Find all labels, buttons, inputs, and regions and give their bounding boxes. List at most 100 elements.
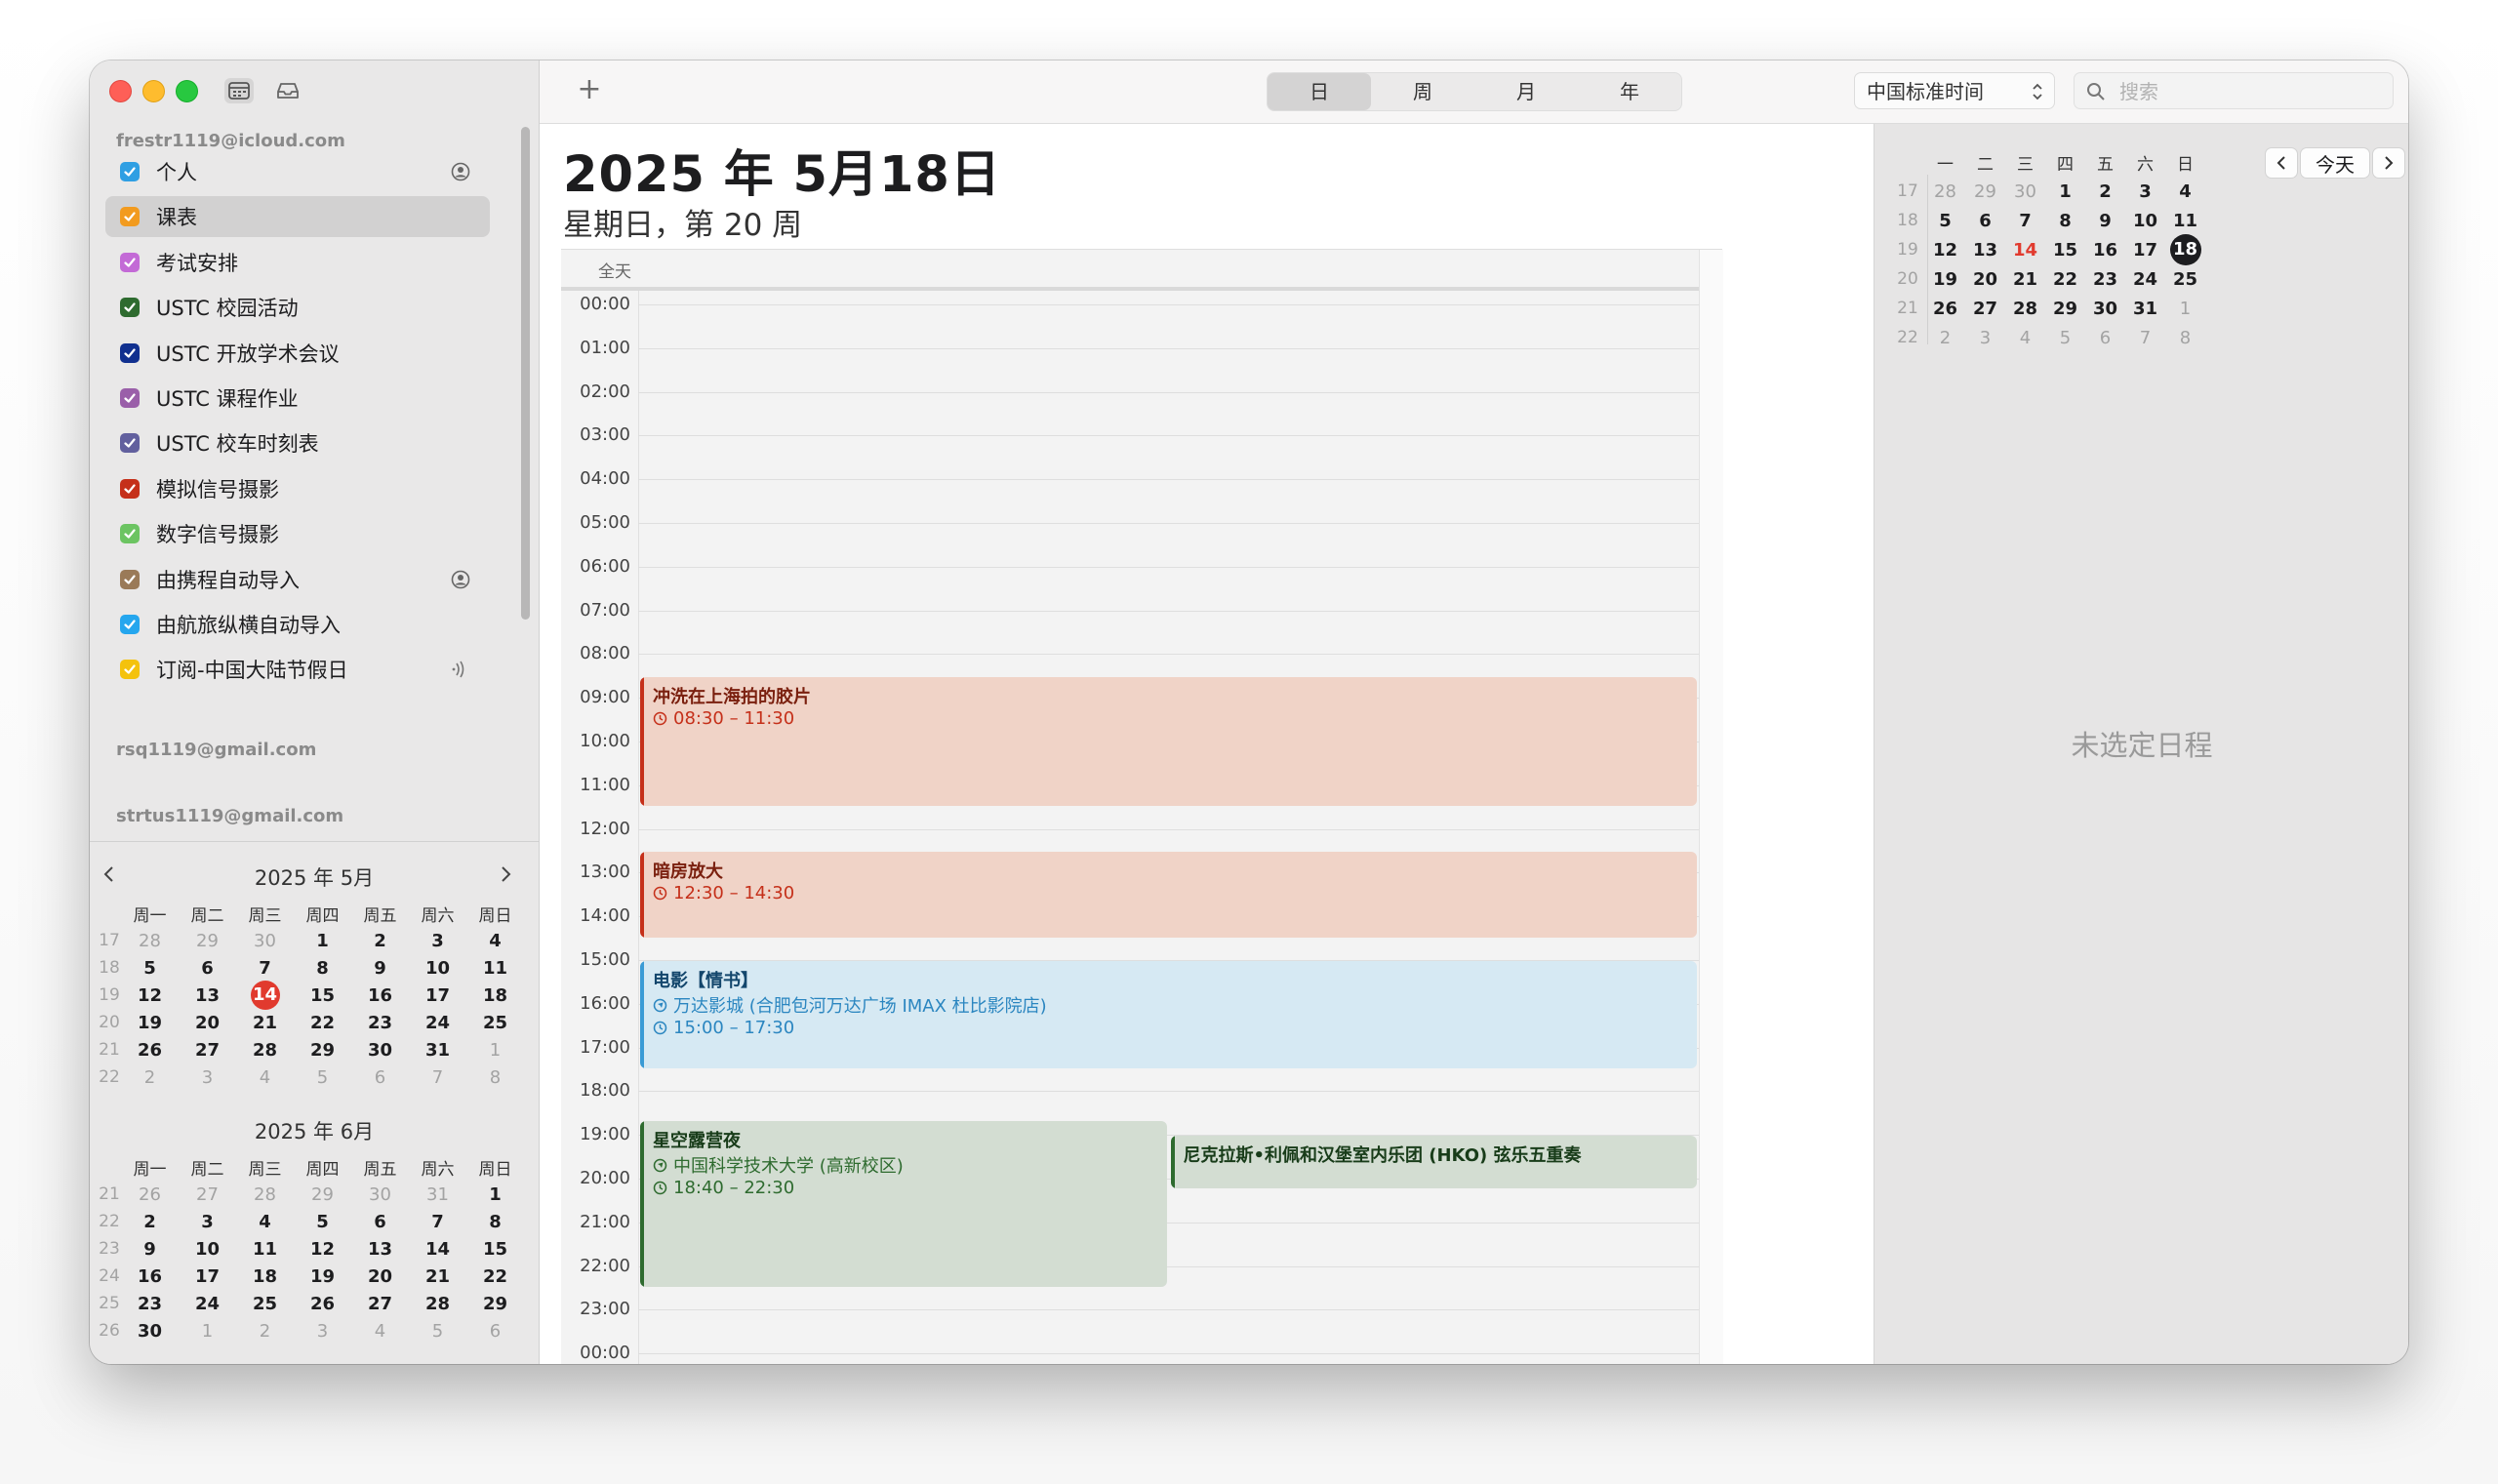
day-cell[interactable]: 29 [1965, 181, 2005, 202]
calendar-list-toggle[interactable] [224, 78, 254, 103]
day-cell[interactable]: 4 [2005, 328, 2045, 348]
prev-day-button[interactable] [2265, 147, 2298, 179]
broadcast-icon[interactable] [451, 660, 470, 679]
day-cell[interactable]: 14 [2005, 240, 2045, 261]
day-cell[interactable]: 6 [351, 1067, 409, 1088]
day-cell[interactable]: 13 [1965, 240, 2005, 261]
day-cell[interactable]: 2 [236, 1321, 294, 1342]
calendar-item[interactable]: USTC 课程作业 [105, 378, 490, 419]
day-cell[interactable]: 31 [409, 1184, 466, 1205]
day-cell[interactable]: 6 [1965, 211, 2005, 231]
day-cell[interactable]: 28 [1925, 181, 1965, 202]
day-cell[interactable]: 8 [294, 958, 351, 979]
day-cell[interactable]: 6 [466, 1321, 524, 1342]
day-cell[interactable]: 29 [466, 1294, 524, 1314]
day-cell[interactable]: 18 [236, 1266, 294, 1287]
calendar-item[interactable]: 由航旅纵横自动导入 [105, 604, 490, 645]
day-cell[interactable]: 14 [409, 1239, 466, 1260]
day-cell[interactable]: 5 [294, 1067, 351, 1088]
calendar-event[interactable]: 尼克拉斯•利佩和汉堡室内乐团 (HKO) 弦乐五重奏 [1170, 1136, 1697, 1189]
day-cell[interactable]: 23 [2085, 269, 2125, 290]
day-cell[interactable]: 30 [351, 1184, 409, 1205]
day-cell[interactable]: 6 [2085, 328, 2125, 348]
day-cell[interactable]: 31 [2125, 299, 2165, 319]
calendar-item[interactable]: 个人 [105, 151, 490, 192]
day-cell[interactable]: 27 [179, 1184, 236, 1205]
calendar-checkbox[interactable] [120, 207, 140, 227]
day-cell[interactable]: 17 [2125, 240, 2165, 261]
view-tab[interactable]: 年 [1578, 73, 1681, 110]
day-cell[interactable]: 16 [121, 1266, 179, 1287]
day-cell[interactable]: 3 [179, 1212, 236, 1232]
day-cell[interactable]: 29 [294, 1184, 351, 1205]
view-tab[interactable]: 周 [1371, 73, 1474, 110]
day-cell[interactable]: 11 [466, 958, 524, 979]
day-cell[interactable]: 28 [409, 1294, 466, 1314]
day-cell[interactable]: 16 [2085, 240, 2125, 261]
day-cell[interactable]: 7 [2005, 211, 2045, 231]
day-cell[interactable]: 20 [351, 1266, 409, 1287]
day-cell[interactable]: 12 [121, 985, 179, 1006]
day-cell[interactable]: 4 [2165, 181, 2205, 202]
day-cell[interactable]: 19 [294, 1266, 351, 1287]
day-cell[interactable]: 2 [121, 1067, 179, 1088]
day-cell[interactable]: 1 [179, 1321, 236, 1342]
view-tab[interactable]: 月 [1474, 73, 1578, 110]
day-cell[interactable]: 23 [121, 1294, 179, 1314]
day-cell[interactable]: 26 [121, 1184, 179, 1205]
day-cell[interactable]: 30 [2085, 299, 2125, 319]
day-cell[interactable]: 5 [121, 958, 179, 979]
day-cell[interactable]: 28 [236, 1184, 294, 1205]
view-tab[interactable]: 日 [1268, 73, 1371, 110]
day-cell[interactable]: 4 [236, 1212, 294, 1232]
day-cell[interactable]: 9 [121, 1239, 179, 1260]
calendar-item[interactable]: 数字信号摄影 [105, 513, 490, 554]
day-cell[interactable]: 5 [1925, 211, 1965, 231]
minimize-window-button[interactable] [142, 80, 165, 102]
day-cell[interactable]: 1 [294, 931, 351, 951]
day-cell[interactable]: 25 [236, 1294, 294, 1314]
calendar-checkbox[interactable] [120, 569, 140, 589]
calendar-item[interactable]: USTC 校园活动 [105, 287, 490, 328]
day-cell[interactable]: 8 [466, 1067, 524, 1088]
day-cell[interactable]: 29 [2045, 299, 2085, 319]
day-cell[interactable]: 1 [2165, 299, 2205, 319]
calendar-event[interactable]: 电影【情书】 万达影城 (合肥包河万达广场 IMAX 杜比影院店) 15:00 – … [640, 961, 1697, 1068]
day-cell[interactable]: 12 [1925, 240, 1965, 261]
day-cell[interactable]: 21 [409, 1266, 466, 1287]
day-cell[interactable]: 26 [294, 1294, 351, 1314]
day-cell[interactable]: 24 [179, 1294, 236, 1314]
day-cell[interactable]: 10 [2125, 211, 2165, 231]
day-cell[interactable]: 5 [294, 1212, 351, 1232]
day-cell[interactable]: 22 [466, 1266, 524, 1287]
day-cell[interactable]: 4 [351, 1321, 409, 1342]
day-cell[interactable]: 16 [351, 985, 409, 1006]
day-cell[interactable]: 2 [351, 931, 409, 951]
day-cell[interactable]: 28 [2005, 299, 2045, 319]
close-window-button[interactable] [109, 80, 132, 102]
day-cell[interactable]: 30 [2005, 181, 2045, 202]
day-cell[interactable]: 19 [121, 1013, 179, 1033]
calendar-checkbox[interactable] [120, 298, 140, 318]
day-cell[interactable]: 19 [1925, 269, 1965, 290]
day-cell[interactable]: 26 [1925, 299, 1965, 319]
day-cell[interactable]: 13 [351, 1239, 409, 1260]
calendar-event[interactable]: 冲洗在上海拍的胶片 08:30 – 11:30 [640, 676, 1697, 807]
day-cell[interactable]: 15 [2045, 240, 2085, 261]
day-cell[interactable]: 28 [236, 1040, 294, 1061]
day-cell[interactable]: 15 [294, 985, 351, 1006]
calendar-event[interactable]: 星空露营夜 中国科学技术大学 (高新校区) 18:40 – 22:30 [640, 1121, 1167, 1287]
day-cell[interactable]: 18 [466, 985, 524, 1006]
day-cell[interactable]: 26 [121, 1040, 179, 1061]
calendar-checkbox[interactable] [120, 433, 140, 454]
day-cell[interactable]: 7 [236, 958, 294, 979]
day-cell[interactable]: 15 [466, 1239, 524, 1260]
day-cell[interactable]: 2 [2085, 181, 2125, 202]
day-cell[interactable]: 21 [2005, 269, 2045, 290]
day-cell[interactable]: 3 [409, 931, 466, 951]
calendar-item[interactable]: 订阅-中国大陆节假日 [105, 649, 490, 690]
day-cell[interactable]: 8 [2165, 328, 2205, 348]
day-cell[interactable]: 9 [351, 958, 409, 979]
day-cell[interactable]: 21 [236, 1013, 294, 1033]
calendar-event[interactable]: 暗房放大 12:30 – 14:30 [640, 852, 1697, 938]
